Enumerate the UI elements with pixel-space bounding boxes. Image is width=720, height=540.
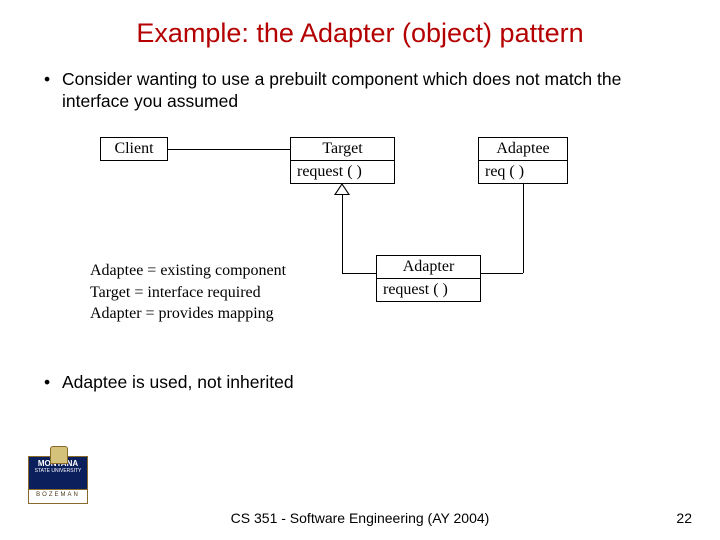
uml-class-client: Client [100, 137, 168, 161]
slide: Example: the Adapter (object) pattern • … [0, 0, 720, 540]
uml-diagram: Client Target request ( ) Adaptee req ( … [90, 125, 630, 360]
uml-class-name: Adaptee [479, 138, 567, 161]
logo-line2: STATE UNIVERSITY [29, 469, 87, 475]
uml-class-adapter: Adapter request ( ) [376, 255, 481, 302]
uml-class-name: Target [291, 138, 394, 161]
legend-line: Target = interface required [90, 282, 286, 304]
uml-class-target: Target request ( ) [290, 137, 395, 184]
uml-generalization-line [342, 273, 376, 274]
slide-title: Example: the Adapter (object) pattern [0, 18, 720, 49]
page-number: 22 [676, 510, 692, 526]
bullet-1: • Consider wanting to use a prebuilt com… [62, 69, 642, 113]
uml-class-adaptee: Adaptee req ( ) [478, 137, 568, 184]
uml-operation: req ( ) [479, 161, 567, 183]
legend-line: Adaptee = existing component [90, 260, 286, 282]
uml-operation: request ( ) [377, 279, 480, 301]
legend-line: Adapter = provides mapping [90, 303, 286, 325]
uml-class-name: Client [101, 138, 167, 160]
university-logo: MONTANA STATE UNIVERSITY BOZEMAN [28, 456, 88, 512]
slide-footer: CS 351 - Software Engineering (AY 2004) [0, 510, 720, 526]
uml-association-line [523, 183, 524, 273]
uml-generalization-line [342, 195, 343, 273]
logo-subtext: BOZEMAN [28, 490, 88, 504]
bullet-2-text: Adaptee is used, not inherited [62, 372, 294, 392]
uml-association-line [168, 149, 290, 150]
bullet-dot-icon: • [44, 372, 50, 393]
uml-generalization-arrowhead-icon [334, 183, 350, 195]
bullet-2: • Adaptee is used, not inherited [62, 372, 622, 393]
uml-operation: request ( ) [291, 161, 394, 183]
bullet-dot-icon: • [44, 69, 50, 91]
diagram-legend: Adaptee = existing component Target = in… [90, 260, 286, 325]
bullet-1-text: Consider wanting to use a prebuilt compo… [62, 69, 621, 111]
uml-association-line [481, 273, 523, 274]
uml-class-name: Adapter [377, 256, 480, 279]
logo-crest-icon [50, 446, 68, 464]
